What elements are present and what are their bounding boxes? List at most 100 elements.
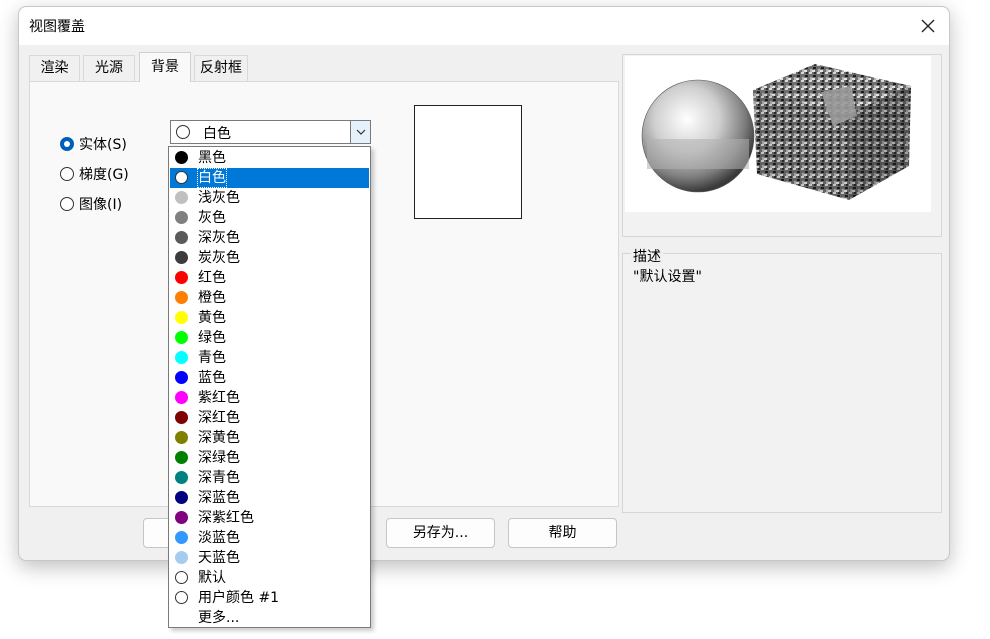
color-option-label: 深青色	[198, 470, 240, 486]
color-option-label: 橙色	[198, 290, 226, 306]
color-dot-icon	[175, 271, 188, 284]
color-option-item[interactable]: 浅灰色	[170, 188, 369, 208]
color-dot-icon	[175, 311, 188, 324]
close-icon	[921, 19, 935, 33]
color-dot-icon	[175, 551, 188, 564]
color-option-item[interactable]: 深紫红色	[170, 508, 369, 528]
color-option-item[interactable]: 炭灰色	[170, 248, 369, 268]
color-option-item[interactable]: 深灰色	[170, 228, 369, 248]
help-button[interactable]: 帮助	[508, 518, 617, 548]
radio-image-label: 图像(I)	[79, 197, 123, 213]
color-dot-icon	[175, 231, 188, 244]
color-dot-icon	[175, 291, 188, 304]
color-option-item[interactable]: 黄色	[170, 308, 369, 328]
radio-solid-indicator[interactable]	[60, 137, 74, 151]
radio-gradient-label: 梯度(G)	[79, 167, 129, 183]
color-option-label: 灰色	[198, 210, 226, 226]
color-dot-icon	[175, 391, 188, 404]
color-option-item[interactable]: 深红色	[170, 408, 369, 428]
color-option-item[interactable]: 深黄色	[170, 428, 369, 448]
dialog-title: 视图覆盖	[29, 19, 85, 35]
color-option-label: 天蓝色	[198, 550, 240, 566]
color-option-item[interactable]: 橙色	[170, 288, 369, 308]
preview-render-image	[625, 56, 931, 212]
color-dot-icon	[175, 411, 188, 424]
color-option-item[interactable]: 深蓝色	[170, 488, 369, 508]
tab-reflection-box[interactable]: 反射框	[194, 55, 248, 81]
color-option-item[interactable]: 用户颜色 #1	[170, 588, 369, 608]
color-dot-icon	[175, 251, 188, 264]
color-swatch-icon	[176, 125, 190, 139]
chevron-down-icon	[356, 129, 365, 135]
radio-image[interactable]: 图像(I)	[60, 194, 122, 214]
color-option-label: 更多...	[198, 610, 240, 626]
color-option-label: 深蓝色	[198, 490, 240, 506]
description-label: 描述	[631, 246, 663, 266]
color-option-item[interactable]: 深青色	[170, 468, 369, 488]
color-option-item[interactable]: 天蓝色	[170, 548, 369, 568]
color-dot-icon	[175, 471, 188, 484]
color-option-item[interactable]: 更多...	[170, 608, 369, 628]
color-dot-icon	[175, 531, 188, 544]
radio-solid-label: 实体(S)	[79, 137, 127, 153]
color-dot-icon	[175, 151, 188, 164]
color-dot-icon	[175, 371, 188, 384]
color-dot-icon	[175, 191, 188, 204]
color-dot-icon	[175, 331, 188, 344]
tab-background[interactable]: 背景	[139, 52, 191, 82]
color-option-label: 黄色	[198, 310, 226, 326]
title-bar: 视图覆盖	[19, 7, 949, 45]
color-option-item[interactable]: 绿色	[170, 328, 369, 348]
color-option-item[interactable]: 淡蓝色	[170, 528, 369, 548]
color-dropdown-list[interactable]: 黑色白色浅灰色灰色深灰色炭灰色红色橙色黄色绿色青色蓝色紫红色深红色深黄色深绿色深…	[168, 146, 371, 628]
preview-panel	[622, 54, 942, 237]
color-option-label: 深红色	[198, 410, 240, 426]
color-preview-swatch	[414, 105, 522, 219]
color-option-item[interactable]: 默认	[170, 568, 369, 588]
color-dot-icon	[175, 491, 188, 504]
color-option-item[interactable]: 白色	[170, 168, 369, 188]
color-dot-icon	[175, 211, 188, 224]
color-option-item[interactable]: 紫红色	[170, 388, 369, 408]
color-option-label: 浅灰色	[198, 190, 240, 206]
color-option-label: 黑色	[198, 150, 226, 166]
color-option-item[interactable]: 黑色	[170, 148, 369, 168]
color-option-label: 青色	[198, 350, 226, 366]
color-dot-icon	[175, 591, 188, 604]
description-panel: 描述 "默认设置"	[622, 246, 942, 513]
color-dot-icon	[175, 431, 188, 444]
save-as-button[interactable]: 另存为...	[386, 518, 495, 548]
color-option-item[interactable]: 红色	[170, 268, 369, 288]
color-option-label: 炭灰色	[198, 250, 240, 266]
tab-lighting[interactable]: 光源	[83, 55, 135, 81]
color-dot-icon	[175, 571, 188, 584]
color-option-label: 默认	[198, 570, 226, 586]
preview-scene-illustration	[641, 64, 911, 200]
radio-gradient[interactable]: 梯度(G)	[60, 164, 129, 184]
color-option-item[interactable]: 灰色	[170, 208, 369, 228]
color-dot-icon	[175, 171, 188, 184]
color-dot-icon	[175, 351, 188, 364]
combo-arrow-button[interactable]	[350, 121, 370, 143]
color-option-item[interactable]: 深绿色	[170, 448, 369, 468]
color-option-item[interactable]: 青色	[170, 348, 369, 368]
color-option-label: 白色	[197, 168, 227, 188]
close-button[interactable]	[913, 11, 943, 41]
color-option-label: 深绿色	[198, 450, 240, 466]
color-dot-icon	[175, 511, 188, 524]
color-dot-icon	[175, 451, 188, 464]
radio-image-indicator[interactable]	[60, 197, 74, 211]
color-combo[interactable]: 白色	[170, 120, 371, 144]
color-option-label: 绿色	[198, 330, 226, 346]
tab-render[interactable]: 渲染	[29, 55, 80, 81]
color-option-item[interactable]: 蓝色	[170, 368, 369, 388]
color-option-label: 深黄色	[198, 430, 240, 446]
color-option-label: 深灰色	[198, 230, 240, 246]
view-override-dialog: 视图覆盖 渲染 光源 背景 反射框 实体(S) 梯度(G) 图像(I) 白色 描…	[18, 6, 950, 561]
radio-solid[interactable]: 实体(S)	[60, 134, 127, 154]
description-text: "默认设置"	[633, 269, 702, 285]
color-option-label: 红色	[198, 270, 226, 286]
radio-gradient-indicator[interactable]	[60, 167, 74, 181]
color-option-label: 蓝色	[198, 370, 226, 386]
color-option-label: 深紫红色	[198, 510, 254, 526]
